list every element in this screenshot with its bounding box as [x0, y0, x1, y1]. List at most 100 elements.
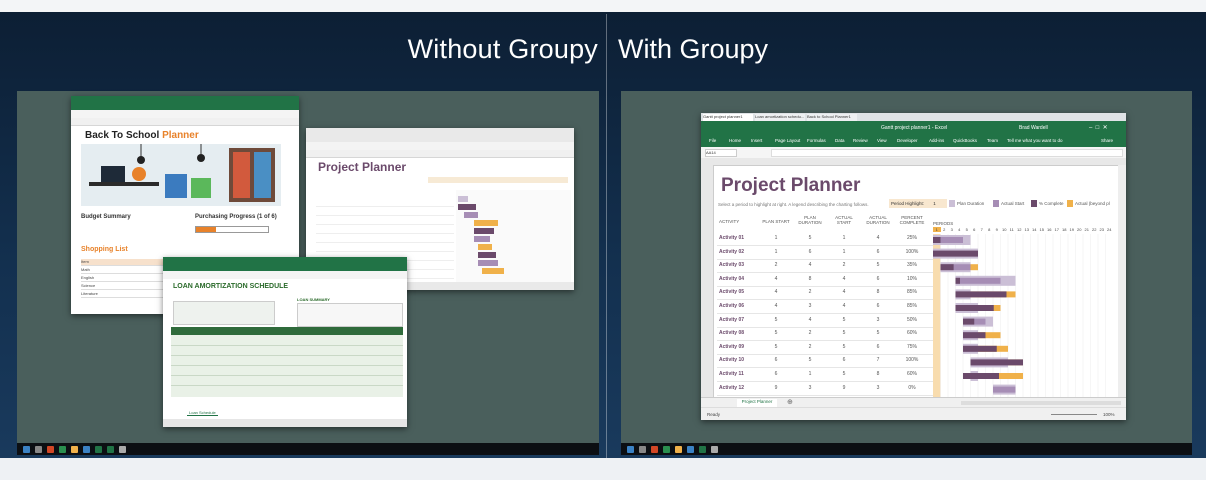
actual-start: 1	[842, 248, 846, 255]
period-highlight-column	[933, 234, 941, 402]
plan-start: 5	[774, 330, 778, 337]
loan-amortization-window[interactable]: LOAN AMORTIZATION SCHEDULE LOAN SUMMARY …	[163, 257, 407, 427]
status-bar	[163, 419, 407, 427]
percent-complete-bar	[963, 332, 986, 339]
plan-duration: 2	[808, 330, 812, 337]
percent-complete: 75%	[906, 343, 917, 350]
actual-start: 5	[842, 330, 846, 337]
center-divider	[606, 14, 607, 458]
zoom-slider[interactable]	[1051, 414, 1097, 415]
actual-start: 5	[842, 316, 846, 323]
plan-start: 1	[774, 248, 778, 255]
ribbon	[71, 96, 299, 110]
horizontal-scrollbar[interactable]	[961, 401, 1121, 405]
app-icon[interactable]	[35, 445, 42, 453]
percent-complete: 85%	[906, 303, 917, 309]
mini-gantt-left	[456, 190, 571, 286]
app-icon[interactable]	[687, 445, 694, 453]
actual-bar	[955, 277, 1001, 284]
app-icon[interactable]	[95, 445, 102, 453]
actual-start: 2	[842, 262, 846, 269]
app-icon[interactable]	[675, 445, 682, 453]
app-icon[interactable]	[663, 445, 670, 453]
row-line	[171, 385, 403, 386]
activity-name: Activity 03	[719, 262, 745, 269]
plan-start: 9	[774, 384, 778, 391]
loan-title: LOAN AMORTIZATION SCHEDULE	[173, 283, 289, 290]
plan-start: 6	[774, 357, 778, 364]
plan-start: 4	[774, 303, 778, 309]
gantt-chart	[933, 234, 1106, 402]
row-divider	[717, 326, 933, 328]
percent-complete: 85%	[906, 289, 917, 296]
groupy-excel-window[interactable]: Gantt project planner1 Loan amortization…	[701, 113, 1126, 420]
plan-duration: 2	[808, 289, 812, 296]
school-title-b: Planner	[162, 130, 199, 141]
ribbon	[306, 128, 574, 142]
activity-name: Activity 05	[719, 289, 745, 296]
actual-duration: 6	[876, 275, 880, 282]
app-icon[interactable]	[83, 445, 90, 453]
row-divider	[717, 394, 933, 396]
bottom-band	[0, 458, 1206, 480]
vertical-scrollbar[interactable]	[1118, 165, 1126, 397]
activity-name: Activity 02	[719, 248, 745, 255]
percent-complete: 100%	[905, 357, 919, 364]
row-line	[171, 345, 403, 346]
activity-name: Activity 11	[719, 371, 744, 377]
row-divider	[717, 258, 933, 260]
title-with-groupy: With Groupy	[618, 34, 769, 64]
ribbon-row	[306, 142, 574, 150]
percent-complete-bar	[963, 373, 999, 379]
activity-name: Activity 01	[719, 235, 745, 241]
actual-start: 9	[842, 384, 846, 391]
row-line	[171, 355, 403, 356]
activity-name: Activity 06	[719, 303, 745, 309]
planner-title-small: Project Planner	[318, 160, 407, 174]
app-icon[interactable]	[107, 445, 114, 453]
plan-start: 4	[774, 289, 778, 296]
app-icon[interactable]	[59, 445, 66, 453]
app-icon[interactable]	[699, 445, 706, 453]
zoom-level: 100%	[1103, 412, 1115, 417]
actual-duration: 6	[876, 248, 880, 255]
formula-bar[interactable]	[306, 150, 574, 158]
loan-sheet-tab[interactable]: Loan Schedule	[187, 410, 218, 416]
actual-start: 4	[842, 289, 846, 296]
formula-bar[interactable]	[71, 118, 299, 126]
app-icon[interactable]	[47, 445, 54, 453]
app-icon[interactable]	[651, 445, 658, 453]
loan-summary-box	[297, 303, 403, 327]
windows-icon[interactable]	[627, 445, 634, 453]
percent-complete-bar	[963, 318, 975, 325]
activity-name: Activity 07	[719, 316, 745, 323]
app-icon[interactable]	[639, 445, 646, 453]
plan-start: 6	[774, 371, 778, 377]
plan-start: 5	[774, 343, 778, 350]
percent-complete-bar	[955, 305, 994, 311]
percent-complete: 10%	[906, 275, 917, 282]
percent-complete-bar	[940, 264, 954, 271]
add-sheet-icon[interactable]: ⊕	[787, 398, 793, 406]
app-icon[interactable]	[71, 445, 78, 453]
actual-duration: 3	[876, 316, 880, 323]
percent-complete-bar	[970, 359, 1023, 366]
percent-complete-bar	[963, 345, 997, 352]
title-without-groupy: Without Groupy	[407, 34, 598, 64]
actual-beyond-bar	[970, 264, 978, 271]
actual-start: 4	[842, 275, 846, 282]
app-icon[interactable]	[119, 445, 126, 453]
percent-complete: 100%	[905, 248, 919, 255]
percent-complete: 25%	[906, 235, 917, 241]
actual-duration: 6	[876, 303, 880, 309]
school-illustration	[81, 144, 281, 206]
plan-start: 2	[774, 262, 778, 269]
status-text: Ready	[707, 412, 721, 417]
row-line	[171, 365, 403, 366]
windows-icon[interactable]	[23, 445, 30, 453]
app-icon[interactable]	[711, 445, 718, 453]
plan-duration: 2	[808, 343, 812, 350]
plan-duration: 3	[808, 303, 812, 309]
actual-start: 6	[842, 357, 846, 364]
row-divider	[717, 285, 933, 287]
